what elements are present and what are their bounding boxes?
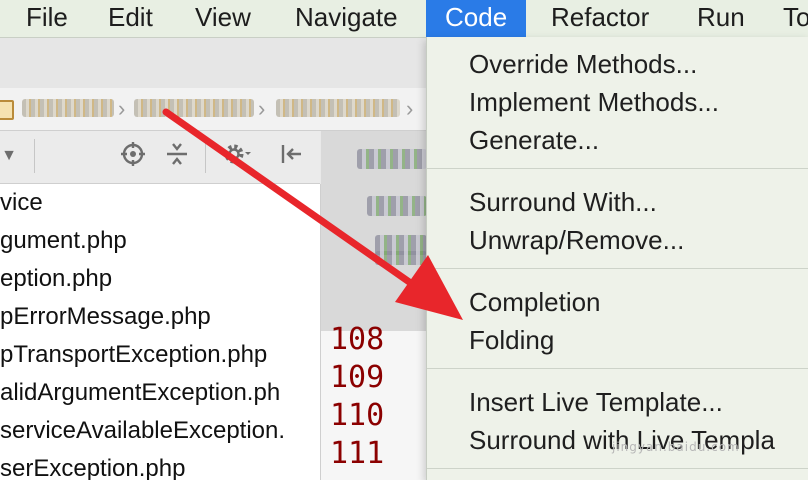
ide-title-area <box>0 38 430 89</box>
menu-separator <box>427 468 808 469</box>
breadcrumb-item[interactable] <box>134 99 254 117</box>
menu-bar: File Edit View Navigate Code Refactor Ru… <box>0 0 808 38</box>
chevron-right-icon: › <box>118 96 126 121</box>
menu-separator <box>427 168 808 169</box>
breadcrumb-item[interactable] <box>276 99 400 117</box>
structure-item[interactable] <box>375 251 427 265</box>
list-item[interactable]: eption.php <box>0 260 112 298</box>
chevron-right-icon: › <box>406 96 414 121</box>
crosshair-icon[interactable] <box>118 141 148 171</box>
line-number: 110 <box>330 398 385 433</box>
list-item[interactable]: alidArgumentException.ph <box>0 374 280 412</box>
menu-navigate[interactable]: Navigate <box>295 0 398 37</box>
watermark: jingyan.baidu.com <box>612 440 740 454</box>
menu-item-override-methods[interactable]: Override Methods... <box>469 45 697 83</box>
menu-separator <box>427 368 808 369</box>
menu-item-completion[interactable]: Completion <box>469 283 601 321</box>
list-item[interactable]: pErrorMessage.php <box>0 298 211 336</box>
menu-item-unwrap-remove[interactable]: Unwrap/Remove... <box>469 221 684 259</box>
pin-left-icon[interactable] <box>276 141 306 171</box>
menu-separator <box>427 268 808 269</box>
menu-item-folding[interactable]: Folding <box>469 321 554 359</box>
line-number: 111 <box>330 436 385 471</box>
menu-tools[interactable]: To <box>783 0 808 37</box>
project-toolbar: ▼ <box>0 131 320 184</box>
line-number: 109 <box>330 360 385 395</box>
dropdown-arrow-icon[interactable]: ▼ <box>0 141 24 171</box>
structure-item[interactable] <box>357 149 427 169</box>
code-menu-dropdown: Override Methods... Implement Methods...… <box>426 37 808 480</box>
chevron-right-icon: › <box>258 96 266 121</box>
collapse-icon[interactable] <box>162 141 192 171</box>
editor-structure-panel <box>321 131 430 332</box>
menu-file[interactable]: File <box>26 0 68 37</box>
menu-item-insert-live-template[interactable]: Insert Live Template... <box>469 383 723 421</box>
menu-view[interactable]: View <box>195 0 251 37</box>
list-item[interactable]: vice <box>0 184 43 222</box>
list-item[interactable]: serviceAvailableException. <box>0 412 285 450</box>
line-number: 108 <box>330 322 385 357</box>
menu-code[interactable]: Code <box>426 0 527 37</box>
toolbar-divider <box>34 139 35 173</box>
menu-refactor[interactable]: Refactor <box>551 0 649 37</box>
list-item[interactable]: pTransportException.php <box>0 336 267 374</box>
list-item[interactable]: serException.php <box>0 450 185 480</box>
project-file-list: vice gument.php eption.php pErrorMessage… <box>0 184 321 480</box>
menu-edit[interactable]: Edit <box>108 0 153 37</box>
menu-item-generate[interactable]: Generate... <box>469 121 599 159</box>
breadcrumb-item[interactable] <box>22 99 114 117</box>
menu-run[interactable]: Run <box>697 0 745 37</box>
gear-icon[interactable] <box>222 141 252 171</box>
menu-item-implement-methods[interactable]: Implement Methods... <box>469 83 719 121</box>
menu-item-surround-with[interactable]: Surround With... <box>469 183 657 221</box>
breadcrumb: › › › <box>0 88 430 131</box>
structure-item[interactable] <box>367 196 427 216</box>
list-item[interactable]: gument.php <box>0 222 127 260</box>
folder-icon <box>0 100 14 120</box>
toolbar-divider <box>205 139 206 173</box>
